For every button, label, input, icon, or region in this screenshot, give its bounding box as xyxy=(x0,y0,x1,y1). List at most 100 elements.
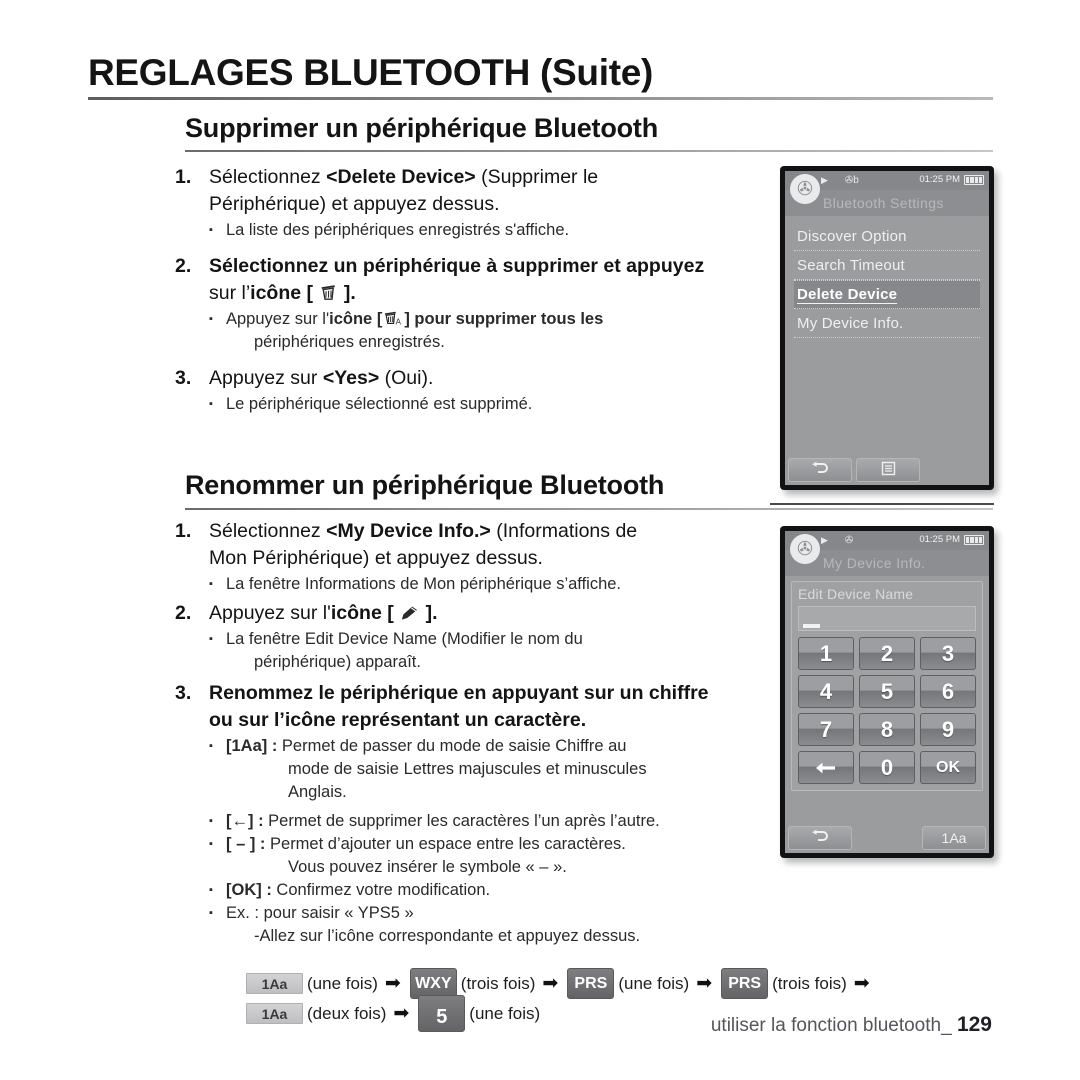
bullet-key-label: [1Aa] : xyxy=(226,737,278,755)
key-2[interactable]: 2 xyxy=(859,637,915,670)
menu-item-search-timeout[interactable]: Search Timeout xyxy=(794,251,980,280)
bullet-item: ▪ La fenêtre Edit Device Name (Modifier … xyxy=(209,628,790,674)
bluetooth-badge-icon: ✇ xyxy=(790,174,820,204)
step-item: 2. Sélectionnez un périphérique à suppri… xyxy=(175,253,775,363)
back-button[interactable] xyxy=(788,458,852,482)
bullet-text: Appuyez sur l'icône [ A ] pour supprimer… xyxy=(226,308,775,354)
key-badge-5: 5 xyxy=(418,995,466,1032)
step-text-part: sur l’ xyxy=(209,282,251,304)
key-5[interactable]: 5 xyxy=(859,675,915,708)
step-number: 1. xyxy=(175,520,192,542)
bullet-text-cont: mode de saisie Lettres majuscules et min… xyxy=(288,760,647,778)
bullet-group: ▪ [1Aa] : Permet de passer du mode de sa… xyxy=(209,735,790,948)
menu-item-label: My Device Info. xyxy=(797,314,904,332)
numeric-keypad: 1 2 3 4 5 6 7 8 9 0 OK xyxy=(798,637,976,784)
svg-text:A: A xyxy=(396,317,402,326)
bullet-group: ▪ La fenêtre Edit Device Name (Modifier … xyxy=(209,628,790,674)
section-divider-2 xyxy=(185,508,993,510)
menu-item-discover-option[interactable]: Discover Option xyxy=(794,222,980,251)
bullet-square-icon: ▪ xyxy=(209,633,213,645)
device-separator-rule xyxy=(770,503,994,505)
dialog-title: Edit Device Name xyxy=(798,586,914,602)
pencil-icon xyxy=(399,604,420,622)
bullet-text-part: Ex. : pour saisir « YPS5 » xyxy=(226,904,414,922)
bullet-item: ▪ La fenêtre Informations de Mon périphé… xyxy=(209,573,790,596)
back-arrow-icon xyxy=(809,829,831,847)
manual-page: REGLAGES BLUETOOTH (Suite) Supprimer un … xyxy=(0,0,1080,1080)
key-backspace[interactable] xyxy=(798,751,854,784)
status-bar-right: 01:25 PM xyxy=(919,174,984,185)
step-item: 3. Appuyez sur <Yes> (Oui). ▪ Le périphé… xyxy=(175,365,775,425)
bullet-text-part: Confirmez votre modification. xyxy=(271,881,491,899)
key-9[interactable]: 9 xyxy=(920,713,976,746)
key-1[interactable]: 1 xyxy=(798,637,854,670)
key-6[interactable]: 6 xyxy=(920,675,976,708)
bullet-text-part: La fenêtre Edit Device Name (Modifier le… xyxy=(226,630,583,648)
key-sequence-label: (une fois) xyxy=(618,973,690,993)
bullet-group: ▪ La liste des périphériques enregistrés… xyxy=(209,219,775,242)
bullet-item: ▪ [OK] : Confirmez votre modification. xyxy=(209,879,790,902)
key-0[interactable]: 0 xyxy=(859,751,915,784)
key-badge-1aa: 1Aa xyxy=(246,973,303,994)
bullet-square-icon: ▪ xyxy=(209,224,213,236)
step-text: Sélectionnez <Delete Device> (Supprimer … xyxy=(209,164,775,251)
step-text-part: Mon Périphérique) et appuyez dessus. xyxy=(209,547,543,569)
section-heading-delete-device: Supprimer un périphérique Bluetooth xyxy=(185,113,659,143)
step-text: Sélectionnez <My Device Info.> (Informat… xyxy=(209,518,790,598)
bullet-text-part: Appuyez sur l' xyxy=(226,310,330,328)
bullet-item: ▪ Ex. : pour saisir « YPS5 » -Allez sur … xyxy=(209,902,790,948)
step-text-part: Sélectionnez xyxy=(209,520,327,542)
menu-list-icon xyxy=(881,461,896,479)
title-divider xyxy=(88,97,993,100)
bullet-text-cont: Vous pouvez insérer le symbole « – ». xyxy=(288,858,567,876)
menu-item-my-device-info[interactable]: My Device Info. xyxy=(794,309,980,338)
key-3[interactable]: 3 xyxy=(920,637,976,670)
menu-item-delete-device[interactable]: Delete Device xyxy=(794,280,980,309)
device-name-input[interactable] xyxy=(798,606,976,631)
bullet-square-icon: ▪ xyxy=(209,398,213,410)
steps-list-rename-device: 1. Sélectionnez <My Device Info.> (Infor… xyxy=(175,518,790,950)
step-number: 1. xyxy=(175,166,192,188)
battery-full-icon xyxy=(964,174,984,185)
back-button[interactable] xyxy=(788,826,852,850)
key-8[interactable]: 8 xyxy=(859,713,915,746)
bluetooth-icon: ✇ xyxy=(844,535,854,546)
bullet-item: ▪ [ – ] : Permet d’ajouter un espace ent… xyxy=(209,833,790,879)
step-text-bold: icône xyxy=(250,282,302,304)
menu-item-label: Search Timeout xyxy=(797,256,905,274)
step-text-part: ou sur l’icône représentant un caractère… xyxy=(209,709,587,731)
menu-button[interactable] xyxy=(856,458,920,482)
edit-device-name-dialog: Edit Device Name 1 2 3 4 5 6 7 8 9 0 OK xyxy=(791,581,983,791)
bullet-text-cont: périphérique) apparaît. xyxy=(254,653,421,671)
bullet-item: ▪ [←] : Permet de supprimer les caractèr… xyxy=(209,810,790,833)
input-mode-button[interactable]: 1Aa xyxy=(922,826,986,850)
page-title: REGLAGES BLUETOOTH (Suite) xyxy=(88,52,654,93)
arrow-right-icon: ➡ xyxy=(853,973,870,994)
bullet-text: [ – ] : Permet d’ajouter un espace entre… xyxy=(226,833,790,879)
bullet-square-icon: ▪ xyxy=(209,838,213,850)
menu-item-label: Discover Option xyxy=(797,227,907,245)
step-text-part: Renommez le périphérique en appuyant sur… xyxy=(209,682,709,704)
footer-text: utiliser la fonction bluetooth_ xyxy=(710,1015,952,1036)
bracket-close: ] pour supprimer tous les xyxy=(404,310,604,328)
key-7[interactable]: 7 xyxy=(798,713,854,746)
play-icon: ▶ xyxy=(821,175,828,185)
key-4[interactable]: 4 xyxy=(798,675,854,708)
step-text: Renommez le périphérique en appuyant sur… xyxy=(209,680,790,948)
key-badge-1aa: 1Aa xyxy=(246,1003,303,1024)
bullet-square-icon: ▪ xyxy=(209,740,213,752)
bullet-text-part: Permet de passer du mode de saisie Chiff… xyxy=(277,737,627,755)
step-text-part: (Informations de xyxy=(490,520,638,542)
key-ok[interactable]: OK xyxy=(920,751,976,784)
back-arrow-icon xyxy=(809,461,831,479)
step-item: 1. Sélectionnez <My Device Info.> (Infor… xyxy=(175,518,790,598)
key-sequence-label: (une fois) xyxy=(307,973,378,993)
bullet-item: ▪ Appuyez sur l'icône [ A ] pour supprim… xyxy=(209,308,775,354)
device-mockup-bluetooth-settings: ▶ ✇b 01:25 PM ✇ Bluetooth Settings Disco… xyxy=(780,166,994,490)
bullet-text-part: Permet d’ajouter un espace entre les car… xyxy=(265,835,626,853)
trash-icon xyxy=(318,282,338,302)
bullet-square-icon: ▪ xyxy=(209,578,213,590)
step-text-bold: icône xyxy=(330,602,382,624)
bracket-open: [ xyxy=(387,602,394,624)
arrow-right-icon: ➡ xyxy=(696,973,713,994)
